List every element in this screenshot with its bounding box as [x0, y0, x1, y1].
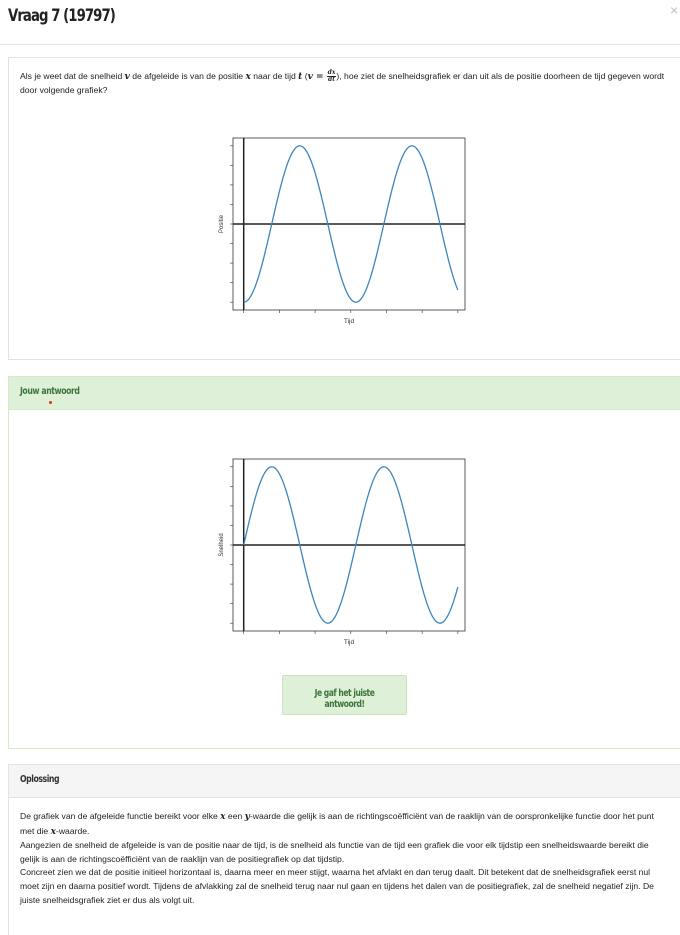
answer-heading: Jouw antwoord: [9, 377, 680, 410]
solution-panel: Oplossing De grafiek van de afgeleide fu…: [8, 764, 680, 935]
math-fraction: dx dt: [326, 70, 337, 84]
solution-paragraph-2: Aangezien de snelheid de afgeleide is va…: [20, 840, 649, 864]
solution-text: De grafiek van de afgeleide functie bere…: [20, 811, 221, 821]
feedback-box: Je gaf het juiste antwoord!: [282, 675, 407, 715]
close-icon[interactable]: ×: [670, 3, 680, 17]
solution-body: De grafiek van de afgeleide functie bere…: [20, 810, 670, 907]
velocity-graph: Tijd Snelheid: [216, 455, 468, 650]
solution-paragraph-3: Concreet zien we dat de positie initieel…: [20, 867, 654, 905]
dialog-title: Vraag 7 (19797): [8, 6, 116, 26]
y-axis-label: Snelheid: [219, 533, 225, 556]
x-axis-label: Tijd: [344, 639, 355, 646]
marker-dot: [49, 401, 52, 404]
solution-heading-text: Oplossing: [20, 774, 60, 785]
position-graph-svg: Tijd Positie: [219, 137, 466, 325]
x-axis-label: Tijd: [344, 318, 355, 325]
feedback-text: Je gaf het juiste antwoord!: [314, 688, 375, 710]
question-text: Als je weet dat de snelheid v de afgelei…: [20, 70, 665, 97]
y-axis-label: Positie: [219, 214, 225, 233]
position-graph: Tijd Positie: [216, 134, 468, 329]
question-text-part: Als je weet dat de snelheid: [20, 71, 125, 81]
velocity-graph-svg: Tijd Snelheid: [219, 458, 466, 646]
question-text-part: de afgeleide is van de positie: [129, 71, 246, 81]
solution-text: -waarde.: [55, 825, 90, 836]
answer-heading-text: Jouw antwoord: [20, 386, 80, 397]
solution-heading: Oplossing: [9, 765, 680, 798]
question-text-part: naar de tijd: [250, 71, 299, 81]
question-panel: Als je weet dat de snelheid v de afgelei…: [8, 57, 680, 360]
fraction-denominator: dt: [328, 76, 335, 84]
answer-panel: Jouw antwoord Tijd Snelheid Je gaf het ju…: [8, 376, 680, 749]
solution-paragraph-1: De grafiek van de afgeleide functie bere…: [20, 810, 670, 839]
math-equals: =: [312, 72, 327, 82]
solution-text: een: [225, 811, 245, 821]
dialog-header: Vraag 7 (19797) ×: [0, 0, 680, 45]
